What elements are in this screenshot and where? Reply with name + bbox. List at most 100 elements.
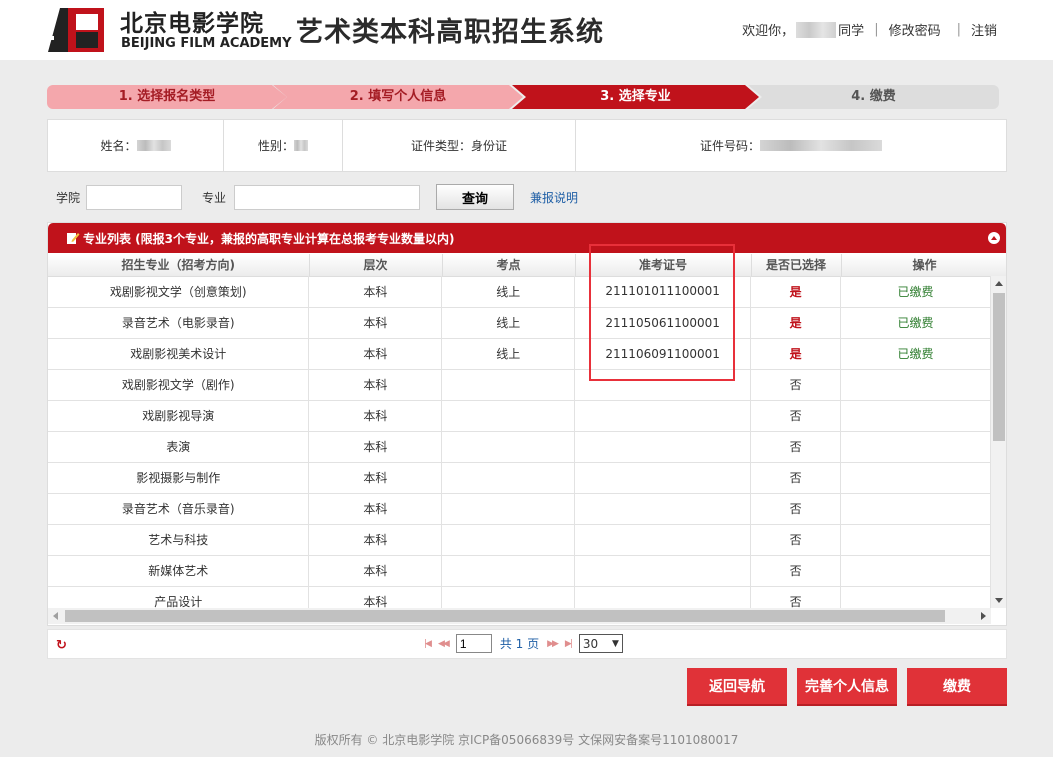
- page-number-input[interactable]: [455, 634, 492, 653]
- table-row[interactable]: 录音艺术（电影录音) 本科 线上 211105061100001 是已缴费: [48, 307, 991, 339]
- search-bar: 学院 专业 查询 兼报说明: [56, 184, 578, 210]
- personal-info-box: 姓名： 性别： 证件类型： 身份证 证件号码：: [47, 119, 1007, 172]
- table-cell: 戏剧影视文学（剧作): [48, 369, 310, 401]
- change-password-link[interactable]: 修改密码: [889, 20, 941, 39]
- table-cell: 否: [750, 369, 842, 401]
- pay-button[interactable]: 缴费: [907, 668, 1007, 704]
- page-size-select[interactable]: 30 ▼: [578, 634, 623, 653]
- table-cell: 本科: [308, 369, 443, 401]
- scroll-thumb[interactable]: [65, 610, 945, 622]
- scroll-right-icon[interactable]: [981, 612, 986, 620]
- major-input[interactable]: [234, 184, 421, 210]
- table-cell[interactable]: [840, 524, 991, 556]
- header: 北京电影学院 BEIJING FILM ACADEMY 艺术类本科高职招生系统 …: [0, 0, 1053, 60]
- table-cell: 线上: [441, 307, 576, 339]
- table-cell[interactable]: [840, 400, 991, 432]
- collapse-icon[interactable]: [988, 232, 1000, 244]
- table-row[interactable]: 戏剧影视文学（剧作) 本科 否: [48, 369, 991, 401]
- user-nav: 欢迎你， 同学 | 修改密码 | 注销: [742, 20, 997, 39]
- column-header[interactable]: 操作: [841, 254, 1006, 277]
- back-to-nav-button[interactable]: 返回导航: [687, 668, 787, 704]
- table-cell: 戏剧影视文学（创意策划): [48, 276, 310, 308]
- redacted-gender: [294, 140, 308, 151]
- step-3-active[interactable]: 3. 选择专业: [512, 85, 759, 109]
- complete-info-button[interactable]: 完善个人信息: [797, 668, 897, 704]
- table-cell: [441, 369, 576, 401]
- welcome-prefix: 欢迎你，: [742, 24, 795, 39]
- table-row[interactable]: 戏剧影视美术设计 本科 线上 211106091100001 是已缴费: [48, 338, 991, 370]
- first-page-icon[interactable]: |◀: [424, 639, 432, 649]
- table-row[interactable]: 戏剧影视文学（创意策划) 本科 线上 211101011100001 是已缴费: [48, 276, 991, 308]
- table-cell: 本科: [308, 338, 443, 370]
- column-header[interactable]: 层次: [309, 254, 443, 277]
- column-header[interactable]: 是否已选择: [751, 254, 842, 277]
- table-cell: [574, 586, 752, 608]
- table-row[interactable]: 录音艺术（音乐录音) 本科 否: [48, 493, 991, 525]
- table-cell[interactable]: [840, 462, 991, 494]
- table-cell: [574, 400, 752, 432]
- column-header[interactable]: 考点: [442, 254, 576, 277]
- column-header[interactable]: 招生专业（招考方向): [48, 254, 310, 277]
- table-cell: 产品设计: [48, 586, 310, 608]
- refresh-icon[interactable]: ↻: [56, 638, 67, 653]
- table-cell: 本科: [308, 276, 443, 308]
- table-row[interactable]: 新媒体艺术 本科 否: [48, 555, 991, 587]
- footer: 版权所有 © 北京电影学院 京ICP备05066839号 文保网安备案号1101…: [314, 733, 739, 747]
- step-1[interactable]: 1. 选择报名类型: [47, 85, 287, 109]
- help-link[interactable]: 兼报说明: [530, 189, 578, 206]
- table-row[interactable]: 艺术与科技 本科 否: [48, 524, 991, 556]
- scroll-down-icon[interactable]: [995, 598, 1003, 603]
- table-cell: 211105061100001: [574, 307, 752, 339]
- panel-header: 专业列表 (限报3个专业，兼报的高职专业计算在总报考专业数量以内): [48, 223, 1006, 253]
- id-type-cell: 证件类型： 身份证: [343, 120, 576, 171]
- table-row[interactable]: 产品设计 本科 否: [48, 586, 991, 608]
- scroll-left-icon[interactable]: [53, 612, 58, 620]
- divider: |: [956, 22, 961, 37]
- table-cell: [441, 524, 576, 556]
- step-2[interactable]: 2. 填写个人信息: [273, 85, 523, 109]
- table-cell[interactable]: [840, 493, 991, 525]
- id-type-label: 证件类型：: [410, 139, 471, 153]
- scroll-thumb[interactable]: [993, 293, 1005, 441]
- table-cell: 本科: [308, 400, 443, 432]
- table-cell[interactable]: [840, 431, 991, 463]
- table-cell: 否: [750, 555, 842, 587]
- table-row[interactable]: 戏剧影视导演 本科 否: [48, 400, 991, 432]
- table-cell: 线上: [441, 338, 576, 370]
- table-cell: [574, 369, 752, 401]
- table-cell: [574, 431, 752, 463]
- last-page-icon[interactable]: ▶|: [565, 639, 573, 649]
- table-cell[interactable]: 已缴费: [840, 307, 991, 339]
- step-4[interactable]: 4. 缴费: [748, 85, 999, 109]
- redacted-name: [136, 140, 171, 151]
- table-cell: 本科: [308, 524, 443, 556]
- scroll-up-icon[interactable]: [995, 281, 1003, 286]
- logo-cn-text: 北京电影学院: [120, 11, 264, 37]
- horizontal-scrollbar[interactable]: [48, 608, 991, 624]
- table-cell: [574, 493, 752, 525]
- table-cell[interactable]: 已缴费: [840, 338, 991, 370]
- table-cell: 否: [750, 493, 842, 525]
- vertical-scrollbar[interactable]: [991, 276, 1006, 608]
- table-cell: 否: [750, 586, 842, 608]
- table-cell: [574, 555, 752, 587]
- major-label: 专业: [202, 190, 227, 205]
- table-cell[interactable]: [840, 555, 991, 587]
- table-cell: [441, 493, 576, 525]
- next-page-icon[interactable]: ▶▶: [547, 639, 559, 649]
- table-row[interactable]: 影视摄影与制作 本科 否: [48, 462, 991, 494]
- welcome-suffix: 同学: [838, 24, 865, 39]
- table-cell[interactable]: [840, 369, 991, 401]
- table-row[interactable]: 表演 本科 否: [48, 431, 991, 463]
- table-cell: 否: [750, 400, 842, 432]
- table-cell[interactable]: [840, 586, 991, 608]
- query-button[interactable]: 查询: [436, 184, 515, 210]
- table-header: 招生专业（招考方向) 层次 考点 准考证号 是否已选择 操作: [48, 254, 1006, 277]
- column-header[interactable]: 准考证号: [575, 254, 752, 277]
- table-cell[interactable]: 已缴费: [840, 276, 991, 308]
- pager-controls: |◀ ◀◀ 共 1 页 ▶▶ ▶| 30 ▼: [420, 634, 623, 653]
- prev-page-icon[interactable]: ◀◀: [438, 639, 450, 649]
- college-input[interactable]: [86, 184, 183, 210]
- logout-link[interactable]: 注销: [971, 20, 997, 39]
- name-cell: 姓名：: [48, 120, 224, 171]
